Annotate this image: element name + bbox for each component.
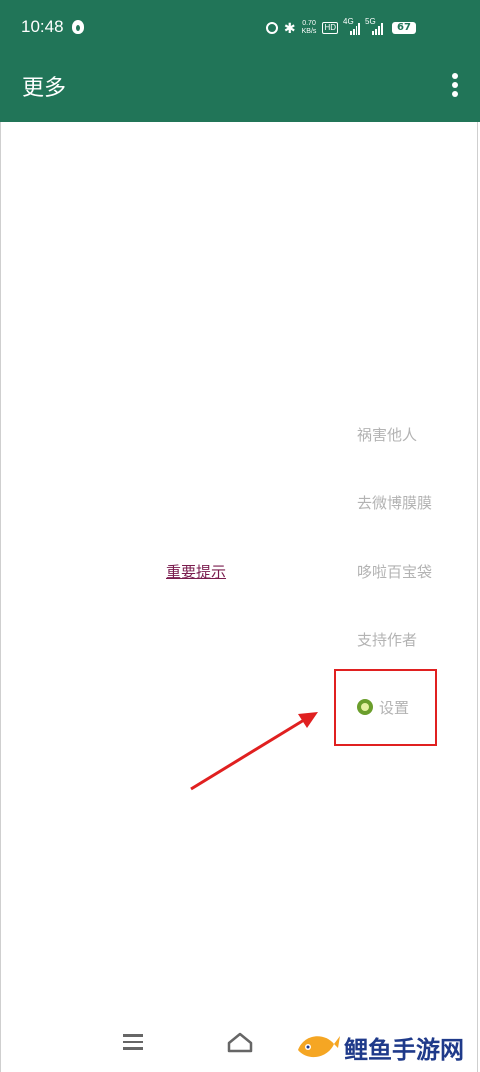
bluetooth-icon: ✱: [283, 20, 296, 36]
flame-icon: [72, 20, 84, 34]
status-bar: 10:48 ✱ 0.70 KB/s HD 4G 5G 67: [0, 0, 480, 56]
annotation-arrow: [190, 712, 318, 791]
menu-item-support-author[interactable]: 支持作者: [357, 629, 417, 650]
network-speed-value: 0.70: [302, 20, 316, 27]
battery-level: 67: [392, 22, 416, 34]
menu-item-harm-others[interactable]: 祸害他人: [357, 424, 417, 445]
annotation-highlight-box: [334, 669, 437, 746]
more-vert-icon[interactable]: [452, 73, 458, 100]
home-icon[interactable]: [226, 1031, 254, 1055]
menu-item-weibo[interactable]: 去微博膜膜: [357, 492, 432, 513]
important-notice-link[interactable]: 重要提示: [166, 561, 226, 582]
network-speed: 0.70 KB/s: [302, 20, 317, 36]
hd-badge: HD: [322, 22, 338, 34]
main-content: [0, 122, 478, 1072]
signal-4g-icon: 4G: [343, 17, 360, 35]
status-icons: ✱ 0.70 KB/s HD 4G 5G: [265, 17, 384, 36]
page-title: 更多: [22, 75, 67, 100]
network-speed-unit: KB/s: [301, 28, 317, 35]
alarm-icon: [265, 22, 278, 34]
app-bar: 10:48 ✱ 0.70 KB/s HD 4G 5G 67 更多: [0, 0, 480, 122]
fish-logo-icon: [298, 1036, 340, 1058]
watermark: 鲤鱼手游网: [294, 1028, 464, 1066]
watermark-text: 鲤鱼手游网: [344, 1035, 464, 1064]
status-time: 10:48: [21, 17, 64, 36]
battery-icon: 67: [392, 22, 416, 34]
recent-apps-icon[interactable]: [123, 1034, 143, 1054]
menu-item-doraemon-pocket[interactable]: 哆啦百宝袋: [357, 561, 432, 582]
signal-5g-icon: 5G: [365, 17, 384, 35]
